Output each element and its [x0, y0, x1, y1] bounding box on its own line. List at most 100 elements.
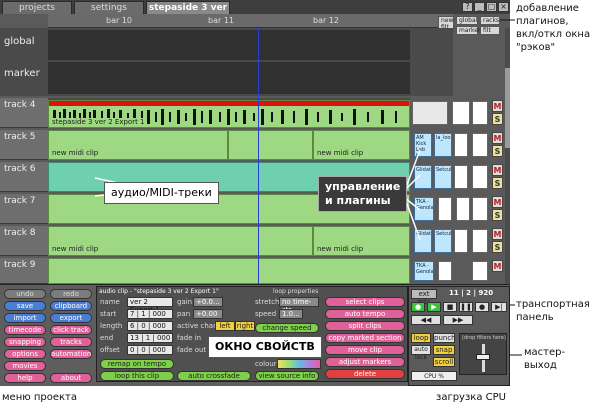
ext-mtc-button[interactable]: ext mtc	[411, 289, 437, 306]
name-field[interactable]: ver 2 Export 1	[127, 297, 173, 314]
plugin-slot[interactable]	[472, 101, 488, 125]
offset-field[interactable]: 0 | 0 | 000	[127, 345, 173, 355]
mute-button[interactable]: M	[492, 196, 503, 208]
record-enable-button[interactable]: ●	[411, 302, 425, 312]
undo-button[interactable]: undo	[4, 289, 46, 299]
save-button[interactable]: save	[4, 301, 46, 311]
plugin-slot[interactable]: Setcube	[434, 229, 452, 253]
marker-lane[interactable]	[48, 62, 410, 94]
track-header[interactable]: track 5	[0, 130, 48, 160]
end-field[interactable]: 13 | 1 | 000	[127, 333, 173, 343]
plugin-slot[interactable]	[472, 133, 488, 157]
colour-picker[interactable]	[277, 359, 321, 369]
midi-clip[interactable]: new midi clip	[48, 226, 313, 256]
view-source-info-button[interactable]: view source info	[255, 371, 319, 381]
change-speed-button[interactable]: change speed	[255, 323, 319, 333]
tab-projects[interactable]: projects	[2, 1, 72, 14]
audio-clip[interactable]: stepaside 3 ver 2 Export 1	[48, 100, 410, 128]
track-lane[interactable]: new midi clip new midi clip	[48, 226, 410, 256]
mute-button[interactable]: M	[492, 228, 503, 240]
loop-toggle[interactable]: loop	[411, 333, 431, 343]
track-header[interactable]: track 4	[0, 98, 48, 128]
loop-end-button[interactable]: ▶|	[491, 302, 507, 312]
speed-field[interactable]: 1.0...	[279, 309, 303, 319]
pan-field[interactable]: +0.00	[193, 309, 223, 319]
about-button[interactable]: about	[50, 373, 92, 383]
stretch-select[interactable]: no time-str...	[279, 297, 319, 314]
maximize-button[interactable]: ▢	[486, 2, 497, 12]
timecode-button[interactable]: timecode	[4, 325, 46, 335]
plugin-slot[interactable]: Glidator	[414, 229, 432, 253]
plugin-slot[interactable]	[454, 229, 468, 253]
length-field[interactable]: 6 | 0 | 000	[127, 321, 173, 331]
plugin-slot[interactable]	[452, 101, 470, 125]
plugin-slot[interactable]: la_loon	[434, 133, 452, 157]
marker-toggle-button[interactable]: marker	[456, 26, 480, 35]
left-channel-button[interactable]: left	[215, 321, 235, 331]
timeline-ruler[interactable]: bar 10 bar 11 bar 12	[48, 14, 453, 28]
punch-toggle[interactable]: punch	[433, 333, 456, 343]
filter-toggle-button[interactable]: filt	[480, 26, 500, 35]
loop-properties-tab[interactable]: loop properties	[273, 288, 318, 295]
solo-button[interactable]: S	[492, 113, 503, 125]
plugin-slot[interactable]	[472, 165, 488, 189]
track-header[interactable]: track 9	[0, 258, 48, 284]
export-button[interactable]: export	[50, 313, 92, 323]
click-track-button[interactable]: click track	[50, 325, 92, 335]
playhead-line[interactable]	[258, 28, 259, 284]
mute-button[interactable]: M	[492, 164, 503, 176]
split-clips-button[interactable]: split clips	[325, 321, 405, 331]
plugin-slot[interactable]	[456, 197, 470, 221]
minimize-button[interactable]: _	[474, 2, 485, 12]
snapping-button[interactable]: snapping	[4, 337, 46, 347]
forward-button[interactable]: ▶▶	[443, 315, 473, 325]
plugin-slot[interactable]	[454, 165, 468, 189]
rewind-button[interactable]: ◀◀	[411, 315, 441, 325]
clipboard-button[interactable]: clipboard	[50, 301, 92, 311]
close-button[interactable]: ×	[498, 2, 509, 12]
plugin-slot[interactable]: AM Kick Lab K..	[414, 133, 432, 157]
global-toggle-button[interactable]: global	[456, 16, 478, 25]
auto-tempo-button[interactable]: auto tempo	[325, 309, 405, 319]
import-button[interactable]: import	[4, 313, 46, 323]
track-lane[interactable]: new midi clip new midi clip	[48, 130, 410, 160]
plugin-slot[interactable]	[438, 197, 452, 221]
plugin-slot[interactable]	[472, 197, 488, 221]
loop-clip-button[interactable]: loop this clip	[100, 371, 174, 381]
auto-lock-toggle[interactable]: auto lock	[411, 345, 431, 361]
stop-button[interactable]: ■	[443, 302, 457, 312]
solo-button[interactable]: S	[492, 145, 503, 157]
scroll-toggle[interactable]: scroll	[433, 357, 455, 367]
automation-button[interactable]: automation	[50, 349, 92, 359]
track-header[interactable]: track 6	[0, 162, 48, 192]
plugin-slot[interactable]	[472, 261, 488, 281]
plugin-slot[interactable]: Glidator	[414, 165, 432, 189]
solo-button[interactable]: S	[492, 209, 503, 221]
movies-button[interactable]: movies	[4, 361, 46, 371]
move-clip-button[interactable]: move clip	[325, 345, 405, 355]
solo-button[interactable]: S	[492, 241, 503, 253]
mute-button[interactable]: M	[492, 260, 503, 272]
midi-clip[interactable]: new midi clip	[313, 130, 410, 160]
master-fader-handle[interactable]	[476, 354, 490, 360]
play-button[interactable]: ▶	[427, 302, 441, 312]
tab-settings[interactable]: settings	[74, 1, 144, 14]
gain-field[interactable]: +0.0...	[193, 297, 223, 307]
options-button[interactable]: options	[4, 349, 46, 359]
pause-button[interactable]: ❚❚	[459, 302, 473, 312]
help-menu-button[interactable]: help	[4, 373, 46, 383]
scrollbar-thumb[interactable]	[505, 68, 510, 148]
plugin-slot[interactable]	[454, 133, 468, 157]
track-header[interactable]: track 7	[0, 194, 48, 224]
track-lane[interactable]: stepaside 3 ver 2 Export 1	[48, 98, 410, 128]
start-field[interactable]: 7 | 1 | 000	[127, 309, 173, 319]
midi-clip[interactable]: new midi clip	[48, 130, 228, 160]
plugin-slot[interactable]: TKA - Genolator	[414, 261, 434, 281]
redo-button[interactable]: redo	[50, 289, 92, 299]
plugin-slot[interactable]: TKA - Genolator	[414, 197, 434, 221]
midi-clip[interactable]: new midi clip	[313, 226, 410, 256]
plugin-slot[interactable]: Setcube	[434, 165, 452, 189]
global-lane[interactable]	[48, 30, 410, 60]
racks-toggle-button[interactable]: racks	[480, 16, 500, 25]
track-scrollbar[interactable]	[505, 28, 510, 284]
